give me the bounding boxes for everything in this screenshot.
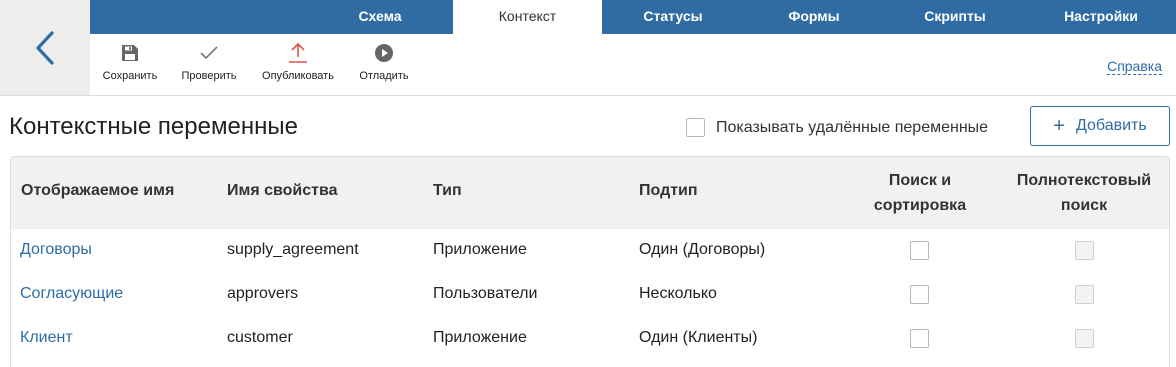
column-header-fulltext[interactable]: Полнотекстовый поиск [1004, 168, 1164, 218]
back-button[interactable] [0, 0, 90, 96]
tab-schema[interactable]: Схема [310, 0, 450, 34]
column-header-type[interactable]: Тип [433, 182, 462, 200]
check-button[interactable]: Проверить [176, 42, 242, 82]
help-link[interactable]: Справка [1107, 58, 1162, 75]
tab-bar: Схема Контекст Статусы Формы Скрипты Нас… [90, 0, 1176, 34]
search-sort-checkbox[interactable] [910, 329, 929, 348]
row-type: Приложение [433, 241, 527, 258]
row-subtype: Один (Клиенты) [639, 329, 758, 346]
tab-forms[interactable]: Формы [744, 0, 884, 34]
chevron-left-icon [36, 30, 54, 65]
save-button[interactable]: Сохранить [98, 42, 162, 82]
row-property-name: approvers [227, 285, 299, 302]
row-display-name-link[interactable]: Договоры [20, 241, 92, 259]
show-deleted-toggle[interactable]: Показывать удалённые переменные [686, 118, 988, 137]
row-property-name: customer [227, 329, 293, 346]
tab-context[interactable]: Контекст [453, 0, 602, 34]
fulltext-checkbox [1075, 329, 1094, 348]
tab-statuses[interactable]: Статусы [602, 0, 744, 34]
page-title: Контекстные переменные [9, 113, 298, 140]
variables-table: Отображаемое имя Имя свойства Тип Подтип… [10, 156, 1170, 367]
table-row: Договоры supply_agreement Приложение Оди… [11, 229, 1169, 273]
column-header-property-name[interactable]: Имя свойства [227, 182, 338, 200]
floppy-disk-icon [122, 45, 138, 61]
upload-arrow-icon [289, 42, 307, 63]
toolbar: Сохранить Проверить Опубликовать Отладит… [90, 34, 1176, 96]
row-subtype: Несколько [639, 285, 717, 302]
publish-button[interactable]: Опубликовать [256, 42, 340, 82]
column-header-display-name[interactable]: Отображаемое имя [21, 182, 174, 200]
plus-icon: + [1053, 115, 1065, 137]
column-header-subtype[interactable]: Подтип [639, 182, 698, 200]
fulltext-checkbox [1075, 285, 1094, 304]
debug-label: Отладить [359, 70, 409, 82]
row-display-name-link[interactable]: Клиент [20, 329, 73, 347]
save-label: Сохранить [102, 70, 158, 82]
table-row: Клиент customer Приложение Один (Клиенты… [11, 317, 1169, 361]
search-sort-checkbox[interactable] [910, 241, 929, 260]
row-type: Приложение [433, 329, 527, 346]
tab-settings[interactable]: Настройки [1026, 0, 1176, 34]
show-deleted-checkbox[interactable] [686, 118, 705, 137]
publish-label: Опубликовать [262, 70, 334, 82]
search-sort-checkbox[interactable] [910, 285, 929, 304]
checkmark-icon [200, 46, 218, 60]
fulltext-checkbox [1075, 241, 1094, 260]
check-label: Проверить [181, 70, 237, 82]
row-property-name: supply_agreement [227, 241, 359, 258]
table-row: Согласующие approvers Пользователи Неско… [11, 273, 1169, 317]
show-deleted-label: Показывать удалённые переменные [716, 118, 989, 136]
table-header: Отображаемое имя Имя свойства Тип Подтип… [11, 157, 1169, 229]
column-header-search-sort[interactable]: Поиск и сортировка [840, 168, 1000, 218]
row-type: Пользователи [433, 285, 538, 302]
play-circle-icon [375, 44, 393, 62]
add-button-label: Добавить [1075, 117, 1147, 134]
add-button[interactable]: + Добавить [1030, 106, 1170, 146]
tab-scripts[interactable]: Скрипты [884, 0, 1026, 34]
row-display-name-link[interactable]: Согласующие [20, 285, 123, 303]
debug-button[interactable]: Отладить [354, 42, 414, 82]
row-subtype: Один (Договоры) [639, 241, 766, 258]
